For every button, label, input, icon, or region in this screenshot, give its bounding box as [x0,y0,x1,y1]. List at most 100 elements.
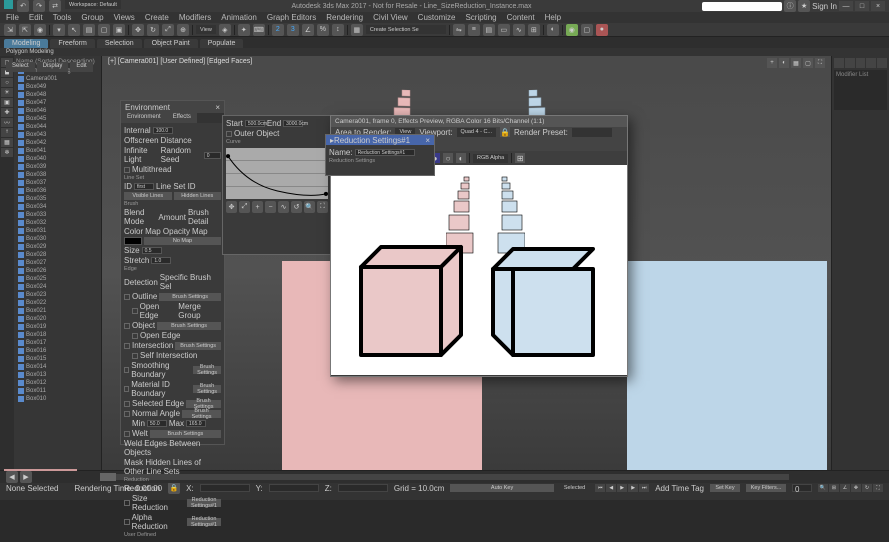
hierarchy-item[interactable]: Box030 [16,235,99,243]
env-normalangle-brush-btn[interactable]: Brush Settings [182,410,221,418]
redo-icon[interactable]: ↷ [33,0,45,12]
close-button[interactable]: × [871,1,885,11]
rotate-icon[interactable]: ↻ [147,24,159,36]
env-randomseed-spinner[interactable]: 0 [204,152,221,159]
hierarchy-item[interactable]: Box022 [16,299,99,307]
env-outline-check[interactable] [124,294,130,300]
hierarchy-item[interactable]: Box018 [16,331,99,339]
menu-create[interactable]: Create [145,13,169,22]
next-frame-icon[interactable]: ▶ [628,484,638,492]
hierarchy-item[interactable]: Box015 [16,355,99,363]
named-selection-dropdown[interactable]: Create Selection Se [366,25,446,34]
undo-icon[interactable]: ↶ [17,0,29,12]
snap-3d-icon[interactable]: 3 [287,24,299,36]
env-offscreen-spinner[interactable]: 100.0 [153,127,173,134]
menu-help[interactable]: Help [545,13,561,22]
select-icon[interactable]: ↖ [68,24,80,36]
modify-tab-icon[interactable] [845,58,855,68]
env-object-check[interactable] [124,323,130,329]
viewport-safe-icon[interactable]: ▢ [803,58,813,68]
env-multithread-check[interactable] [124,167,130,173]
menu-animation[interactable]: Animation [221,13,257,22]
hierarchy-item[interactable]: Box039 [16,163,99,171]
env-id-field[interactable]: first [134,183,154,190]
curve-start-spinner[interactable]: 500.0cm [245,120,265,127]
curve-end-spinner[interactable]: 3000.0cm [283,120,303,127]
link-icon[interactable]: ⇄ [49,0,61,12]
hierarchy-item[interactable]: Box012 [16,379,99,387]
hierarchy-item[interactable]: Box027 [16,259,99,267]
hierarchy-item[interactable]: Box038 [16,171,99,179]
tab-edit[interactable]: Edit [70,62,92,72]
hierarchy-item[interactable]: Box017 [16,339,99,347]
env-smoothing-brush-btn[interactable]: Brush Settings [193,366,221,374]
placement-icon[interactable]: ⊕ [177,24,189,36]
env-welt-brush-btn[interactable]: Brush Settings [150,430,221,438]
selected-dropdown[interactable]: Selected [560,484,589,493]
hierarchy-item[interactable]: Box029 [16,243,99,251]
env-welt-check[interactable] [124,431,130,437]
menu-tools[interactable]: Tools [53,13,72,22]
hierarchy-item[interactable]: Box024 [16,283,99,291]
autokey-button[interactable]: Auto Key [450,484,553,492]
window-crossing-icon[interactable]: ▣ [113,24,125,36]
hierarchy-item[interactable]: Box031 [16,227,99,235]
current-frame-field[interactable]: 0 [792,484,812,492]
env-close-icon[interactable]: × [215,103,220,112]
curve-editor-icon[interactable]: ∿ [513,24,525,36]
render-frame-icon[interactable]: ▢ [581,24,593,36]
setkey-button[interactable]: Set Key [710,484,740,492]
menu-group[interactable]: Group [81,13,103,22]
selection-filter-icon[interactable]: ▾ [53,24,65,36]
hierarchy-item[interactable]: Box028 [16,251,99,259]
hierarchy-item[interactable]: Box025 [16,275,99,283]
env-hiddenlines-btn[interactable]: Hidden Lines [174,192,222,200]
env-visiblelines-btn[interactable]: Visible Lines [124,192,172,200]
menu-file[interactable]: File [6,13,19,22]
hierarchy-item[interactable]: Box019 [16,323,99,331]
goto-end-icon[interactable]: ⏭ [639,484,649,492]
viewport-max-icon[interactable]: ⛶ [815,58,825,68]
modifier-list-label[interactable]: Modifier List [834,70,887,110]
prev-frame-icon[interactable]: ◀ [606,484,616,492]
env-stretch-spinner[interactable]: 1.0 [151,257,171,264]
ribbon-tab-modeling[interactable]: Modeling [4,39,48,48]
env-alphareduction-btn[interactable]: Reduction Settings#1 [187,518,221,526]
bind-icon[interactable]: ◉ [34,24,46,36]
menu-civilview[interactable]: Civil View [373,13,408,22]
goto-start-icon[interactable]: ⏮ [595,484,605,492]
curve-outerobject-check[interactable] [226,131,232,137]
env-selectededge-brush-btn[interactable]: Brush Settings [186,400,221,408]
display-tab-icon[interactable] [877,58,887,68]
minimize-button[interactable]: — [839,1,853,11]
tab-display[interactable]: Display [37,62,69,72]
curve-zoomext-icon[interactable]: ⛶ [317,201,328,213]
render-setup-icon[interactable]: ◉ [566,24,578,36]
tab-select[interactable]: Select [6,62,35,72]
env-intersection-brush-btn[interactable]: Brush Settings [175,342,221,350]
env-outline-brush-btn[interactable]: Brush Settings [159,293,221,301]
nav-orbit-icon[interactable]: ↻ [862,484,872,492]
hierarchy-tab-icon[interactable] [856,58,866,68]
select-name-icon[interactable]: ▤ [83,24,95,36]
viewport-edged-icon[interactable]: ▦ [791,58,801,68]
angle-snap-icon[interactable]: ∠ [302,24,314,36]
star-icon[interactable]: ★ [798,0,810,12]
toggle-ribbon-icon[interactable]: ▭ [498,24,510,36]
timeline-handle[interactable] [100,473,116,481]
viewport-label[interactable]: [+] [Camera001] [User Defined] [Edged Fa… [108,58,252,65]
snap-2d-icon[interactable]: 2 [272,24,284,36]
select-link-icon[interactable]: ⇲ [4,24,16,36]
keyfilters-button[interactable]: Key Filters... [746,484,786,492]
render-viewport-dropdown[interactable]: Quad 4 - C... [457,128,497,137]
unlink-icon[interactable]: ⇱ [19,24,31,36]
select-manipulate-icon[interactable]: ✦ [238,24,250,36]
hierarchy-item[interactable]: Box023 [16,291,99,299]
render-preset-dropdown[interactable] [572,128,612,137]
add-timetag-label[interactable]: Add Time Tag [655,484,704,493]
render-alpha-icon[interactable]: ○ [443,153,453,163]
scale-icon[interactable]: ⤢ [162,24,174,36]
ribbon-tab-populate[interactable]: Populate [200,39,244,48]
material-editor-icon[interactable]: ◐ [547,24,559,36]
render-lock-icon[interactable]: 🔒 [500,127,510,137]
